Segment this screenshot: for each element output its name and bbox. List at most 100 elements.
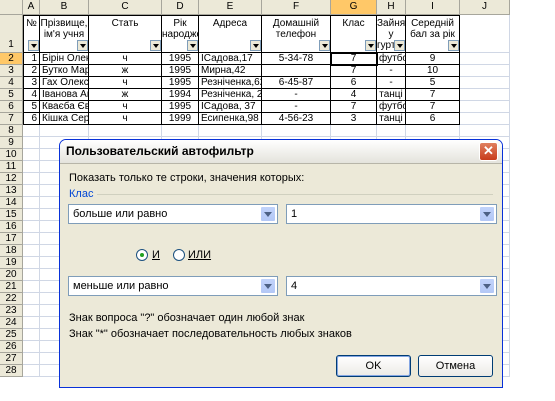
cell-j2[interactable] — [460, 53, 510, 65]
table-cell[interactable]: 7 — [406, 101, 460, 113]
table-cell[interactable]: Резніченка,62 — [199, 77, 262, 89]
condition1-operator-select[interactable]: больше или равно — [68, 204, 278, 224]
column-header-d[interactable]: D — [162, 0, 199, 15]
row-header-23[interactable]: 23 — [0, 305, 23, 317]
table-cell[interactable]: ж — [89, 65, 162, 77]
cell-j7[interactable] — [460, 113, 510, 125]
row-header-1[interactable]: 1 — [0, 15, 23, 53]
column-header-h[interactable]: H — [377, 0, 406, 15]
filter-dropdown-a[interactable] — [28, 40, 39, 51]
column-header-b[interactable]: B — [40, 0, 89, 15]
column-header-a[interactable]: A — [23, 0, 40, 15]
row-header-11[interactable]: 11 — [0, 161, 23, 173]
cell-a13[interactable] — [23, 185, 40, 197]
row-header-9[interactable]: 9 — [0, 137, 23, 149]
cell-a16[interactable] — [23, 221, 40, 233]
table-cell[interactable]: ІСадова, 37 — [199, 101, 262, 113]
cell-c8[interactable] — [89, 125, 162, 137]
cell-j1[interactable] — [460, 15, 510, 53]
select-all-corner[interactable] — [0, 0, 23, 15]
row-header-24[interactable]: 24 — [0, 317, 23, 329]
row-header-4[interactable]: 4 — [0, 77, 23, 89]
table-cell[interactable]: - — [262, 101, 331, 113]
column-header-f[interactable]: F — [262, 0, 331, 15]
column-header-g[interactable]: G — [331, 0, 377, 15]
cell-j3[interactable] — [460, 65, 510, 77]
filter-dropdown-h[interactable] — [394, 40, 405, 51]
table-cell[interactable]: Гах Олексій — [40, 77, 89, 89]
table-cell[interactable]: - — [262, 89, 331, 101]
table-cell[interactable]: Кішка Сергій — [40, 113, 89, 125]
cancel-button[interactable]: Отмена — [418, 355, 493, 377]
table-cell[interactable]: ч — [89, 53, 162, 65]
table-cell[interactable]: 4-56-23 — [262, 113, 331, 125]
cell-a20[interactable] — [23, 269, 40, 281]
row-header-6[interactable]: 6 — [0, 101, 23, 113]
chevron-down-icon[interactable] — [260, 278, 276, 294]
row-header-2[interactable]: 2 — [0, 53, 23, 65]
row-header-19[interactable]: 19 — [0, 257, 23, 269]
table-cell[interactable]: Резніченка, 28 — [199, 89, 262, 101]
table-cell[interactable]: ж — [89, 89, 162, 101]
filter-dropdown-e[interactable] — [250, 40, 261, 51]
cell-a25[interactable] — [23, 329, 40, 341]
cell-a10[interactable] — [23, 149, 40, 161]
radio-and[interactable] — [136, 249, 148, 261]
table-cell[interactable]: 4 — [331, 89, 377, 101]
cell-a9[interactable] — [23, 137, 40, 149]
column-header-i[interactable]: I — [406, 0, 460, 15]
table-cell[interactable]: ч — [89, 77, 162, 89]
dialog-titlebar[interactable]: Пользовательский автофильтр ✕ — [60, 140, 502, 164]
table-cell[interactable]: ІСадова,17 — [199, 53, 262, 65]
table-cell[interactable]: 6 — [406, 113, 460, 125]
table-cell[interactable]: 5-34-78 — [262, 53, 331, 65]
cell-j6[interactable] — [460, 101, 510, 113]
table-cell[interactable]: танці — [377, 89, 406, 101]
table-cell[interactable]: 1994 — [162, 89, 199, 101]
table-cell[interactable]: 1995 — [162, 65, 199, 77]
table-cell[interactable]: 6 — [331, 77, 377, 89]
cell-j5[interactable] — [460, 89, 510, 101]
cell-a28[interactable] — [23, 365, 40, 377]
condition2-operator-select[interactable]: меньше или равно — [68, 276, 278, 296]
cell-a12[interactable] — [23, 173, 40, 185]
table-cell[interactable]: танці — [377, 113, 406, 125]
row-header-14[interactable]: 14 — [0, 197, 23, 209]
table-cell[interactable]: 3 — [23, 77, 40, 89]
table-cell[interactable]: 1 — [23, 53, 40, 65]
active-cell[interactable] — [330, 52, 378, 66]
cell-i8[interactable] — [406, 125, 460, 137]
filter-dropdown-i[interactable] — [448, 40, 459, 51]
cell-a24[interactable] — [23, 317, 40, 329]
row-header-10[interactable]: 10 — [0, 149, 23, 161]
row-header-15[interactable]: 15 — [0, 209, 23, 221]
row-header-12[interactable]: 12 — [0, 173, 23, 185]
table-cell[interactable]: 6-45-87 — [262, 77, 331, 89]
chevron-down-icon[interactable] — [479, 206, 495, 222]
cell-j4[interactable] — [460, 77, 510, 89]
row-header-22[interactable]: 22 — [0, 293, 23, 305]
condition1-value-select[interactable]: 1 — [286, 204, 497, 224]
table-cell[interactable]: Бутко Марина — [40, 65, 89, 77]
radio-or[interactable] — [173, 249, 185, 261]
table-cell[interactable]: 9 — [406, 53, 460, 65]
table-cell[interactable]: футбол — [377, 101, 406, 113]
table-cell[interactable]: футбол — [377, 53, 406, 65]
table-cell[interactable]: - — [377, 65, 406, 77]
cell-a21[interactable] — [23, 281, 40, 293]
row-header-3[interactable]: 3 — [0, 65, 23, 77]
cell-a18[interactable] — [23, 245, 40, 257]
table-cell[interactable]: 7 — [331, 101, 377, 113]
table-cell[interactable]: 5 — [23, 101, 40, 113]
table-cell[interactable]: 1995 — [162, 101, 199, 113]
column-header-e[interactable]: E — [199, 0, 262, 15]
table-cell[interactable]: - — [377, 77, 406, 89]
row-header-27[interactable]: 27 — [0, 353, 23, 365]
cell-a26[interactable] — [23, 341, 40, 353]
chevron-down-icon[interactable] — [479, 278, 495, 294]
row-header-16[interactable]: 16 — [0, 221, 23, 233]
table-cell[interactable]: Іванова Анна — [40, 89, 89, 101]
cell-b8[interactable] — [40, 125, 89, 137]
filter-dropdown-b[interactable] — [77, 40, 88, 51]
close-icon[interactable]: ✕ — [479, 142, 498, 161]
